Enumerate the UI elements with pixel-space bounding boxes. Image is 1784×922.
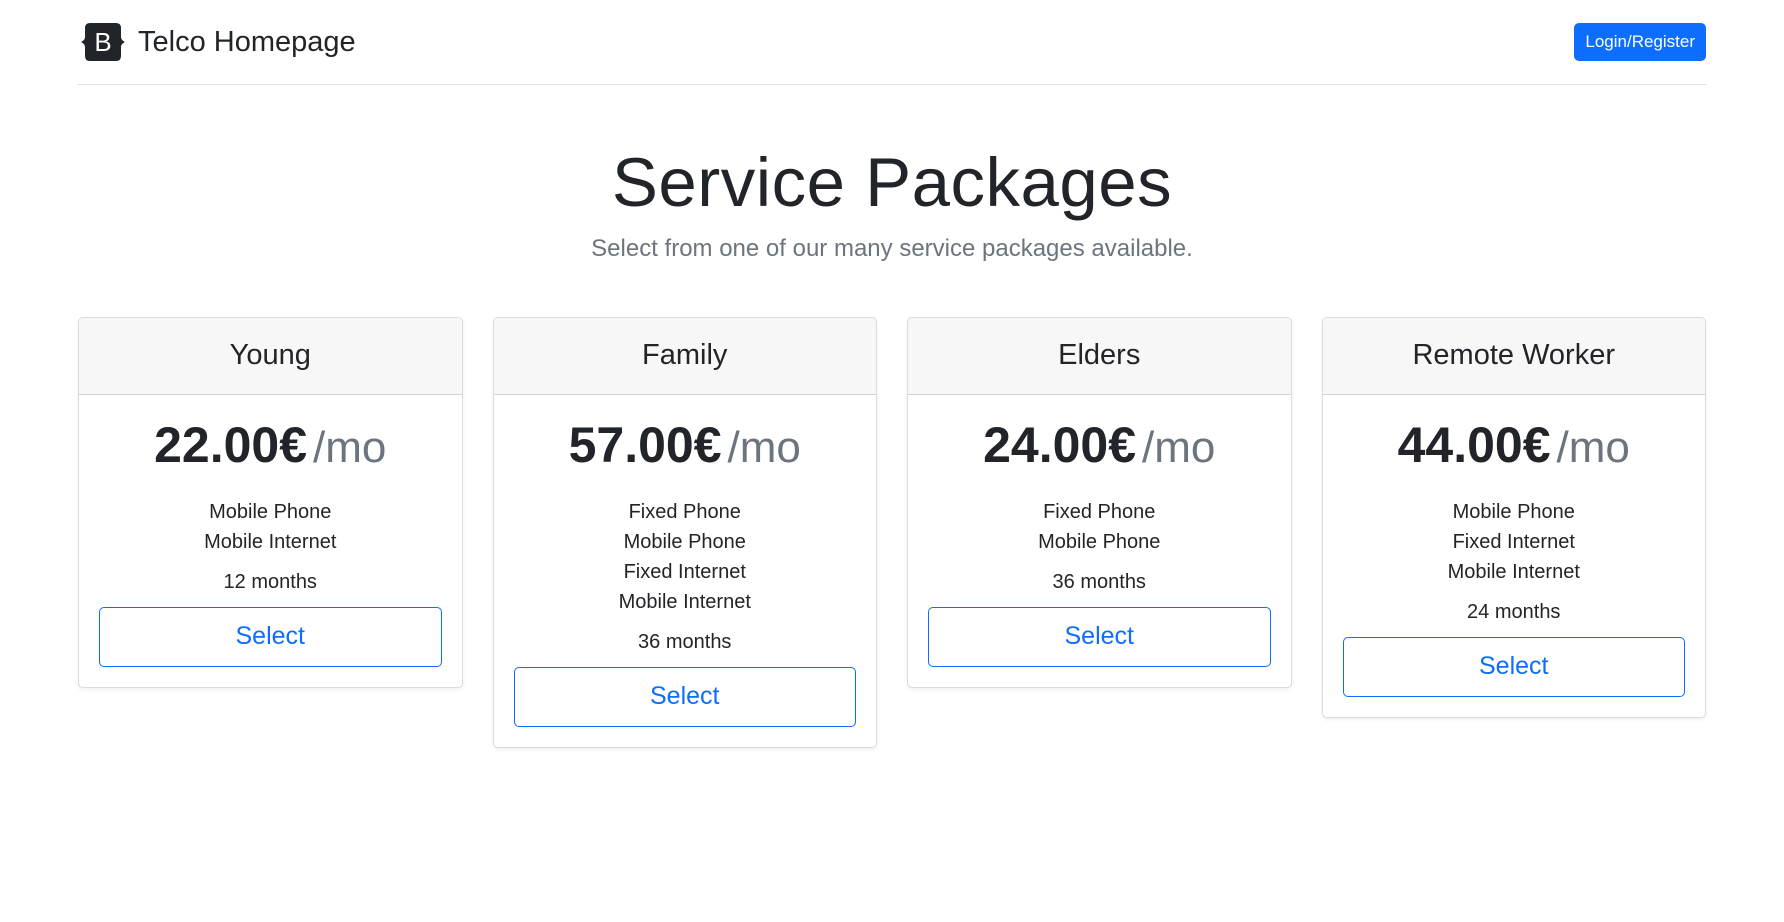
select-package-button[interactable]: Select: [1342, 636, 1685, 697]
select-package-button[interactable]: Select: [513, 666, 856, 727]
package-duration: 36 months: [1052, 570, 1146, 593]
login-register-button[interactable]: Login/Register: [1574, 23, 1706, 61]
price-unit: /mo: [1142, 422, 1216, 472]
price-unit: /mo: [313, 422, 387, 472]
site-header: B Telco Homepage Login/Register: [78, 0, 1706, 85]
select-package-button[interactable]: Select: [928, 606, 1271, 667]
page-title: Service Packages: [611, 144, 1173, 221]
hero-section: Service Packages Select from one of our …: [78, 85, 1706, 263]
bootstrap-logo-icon: B: [81, 23, 125, 61]
package-body: 57.00€/mo Fixed Phone Mobile Phone Fixed I…: [494, 395, 877, 747]
package-name: Elders: [908, 317, 1291, 395]
price-unit: /mo: [727, 422, 801, 472]
package-name: Remote Worker: [1322, 317, 1705, 395]
price-amount: 24.00€: [983, 416, 1137, 473]
page-subtitle: Select from one of our many service pack…: [591, 234, 1193, 262]
package-card: Young 22.00€/mo Mobile Phone Mobile Inter…: [78, 316, 463, 688]
package-feature: Fixed Internet: [623, 560, 746, 583]
feature-list: Fixed Phone Mobile Phone Fixed Internet Mob…: [514, 497, 857, 617]
package-feature: Fixed Phone: [628, 500, 741, 523]
package-duration: 12 months: [223, 570, 317, 593]
package-duration: 24 months: [1467, 600, 1561, 623]
price-amount: 57.00€: [568, 416, 722, 473]
package-feature: Mobile Internet: [204, 530, 337, 553]
package-price: 44.00€/mo: [1343, 415, 1686, 475]
page-container: B Telco Homepage Login/Register Service …: [78, 0, 1706, 748]
package-feature: Mobile Phone: [209, 500, 332, 523]
package-cards: Young 22.00€/mo Mobile Phone Mobile Inter…: [78, 316, 1706, 748]
feature-list: Fixed Phone Mobile Phone: [928, 497, 1271, 557]
package-feature: Mobile Phone: [623, 530, 746, 553]
package-feature: Fixed Phone: [1043, 500, 1156, 523]
logo-letter: B: [94, 27, 111, 57]
package-price: 24.00€/mo: [928, 415, 1271, 475]
package-price: 57.00€/mo: [514, 415, 857, 475]
feature-list: Mobile Phone Fixed Internet Mobile Interne…: [1343, 497, 1686, 587]
package-card: Remote Worker 44.00€/mo Mobile Phone Fixe…: [1321, 316, 1706, 718]
price-amount: 22.00€: [154, 416, 308, 473]
package-body: 44.00€/mo Mobile Phone Fixed Internet Mobi…: [1323, 395, 1706, 717]
package-name: Family: [493, 317, 876, 395]
package-feature: Fixed Internet: [1452, 530, 1575, 553]
brand-name: Telco Homepage: [138, 25, 356, 58]
package-card: Elders 24.00€/mo Fixed Phone Mobile Phone…: [907, 316, 1292, 688]
feature-list: Mobile Phone Mobile Internet: [99, 497, 442, 557]
package-body: 24.00€/mo Fixed Phone Mobile Phone 36 mon…: [908, 395, 1291, 687]
package-feature: Mobile Phone: [1452, 500, 1575, 523]
price-amount: 44.00€: [1397, 416, 1551, 473]
package-body: 22.00€/mo Mobile Phone Mobile Internet 12…: [79, 395, 462, 687]
package-feature: Mobile Internet: [618, 590, 751, 613]
package-price: 22.00€/mo: [99, 415, 442, 475]
package-card: Family 57.00€/mo Fixed Phone Mobile Phone…: [492, 316, 877, 748]
package-duration: 36 months: [638, 630, 732, 653]
brand-link[interactable]: B Telco Homepage: [78, 21, 356, 63]
package-feature: Mobile Phone: [1038, 530, 1161, 553]
package-feature: Mobile Internet: [1447, 560, 1580, 583]
package-name: Young: [79, 317, 462, 395]
select-package-button[interactable]: Select: [99, 606, 442, 667]
price-unit: /mo: [1556, 422, 1630, 472]
